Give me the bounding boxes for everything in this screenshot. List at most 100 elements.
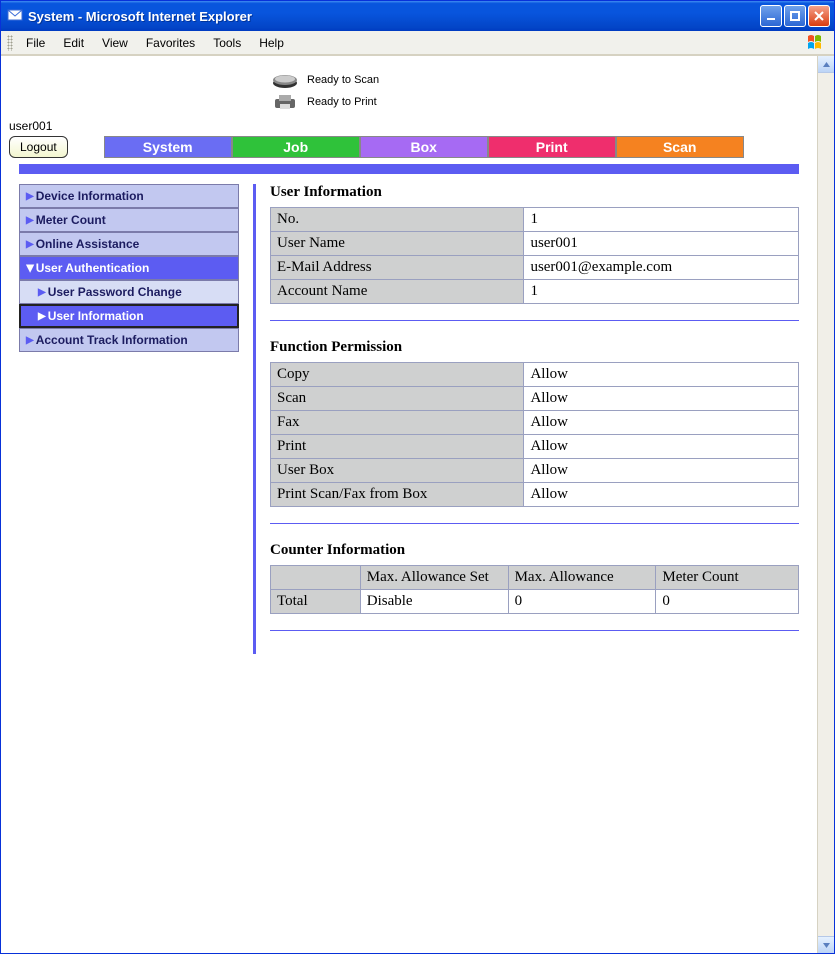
tab-scan[interactable]: Scan: [616, 136, 744, 158]
sidebar-item-label: User Authentication: [36, 261, 150, 275]
device-status: Ready to Scan Ready to Print: [271, 71, 817, 111]
maximize-button[interactable]: [784, 5, 806, 27]
table-row: Account Name1: [271, 280, 799, 304]
drag-handle-icon: [7, 35, 13, 51]
column-header: Max. Allowance Set: [360, 566, 508, 590]
field-value: user001@example.com: [524, 256, 799, 280]
table-row: No.1: [271, 208, 799, 232]
field-value: Allow: [524, 435, 799, 459]
table-row: Total Disable 0 0: [271, 590, 799, 614]
column-header: [271, 566, 361, 590]
vertical-scrollbar[interactable]: [817, 56, 834, 953]
close-button[interactable]: [808, 5, 830, 27]
sidebar-item-account-track[interactable]: ▶Account Track Information: [19, 328, 239, 352]
function-permission-table: CopyAllow ScanAllow FaxAllow PrintAllow …: [270, 362, 799, 507]
chevron-right-icon: ▶: [26, 335, 34, 346]
sidebar-sub-user-information[interactable]: ▶User Information: [19, 304, 239, 328]
titlebar[interactable]: System - Microsoft Internet Explorer: [1, 1, 834, 31]
app-icon: [7, 8, 23, 24]
field-label: Copy: [271, 363, 524, 387]
field-value: Allow: [524, 411, 799, 435]
field-value: Allow: [524, 387, 799, 411]
print-status-text: Ready to Print: [307, 96, 377, 108]
chevron-right-icon: ▶: [38, 311, 46, 322]
field-value: 1: [524, 208, 799, 232]
section-divider: [270, 630, 799, 631]
window-frame: System - Microsoft Internet Explorer Fil…: [0, 0, 835, 954]
sidebar: ▶Device Information ▶Meter Count ▶Online…: [19, 184, 239, 654]
field-label: Scan: [271, 387, 524, 411]
chevron-right-icon: ▶: [26, 215, 34, 226]
tab-system[interactable]: System: [104, 136, 232, 158]
sidebar-item-online-assistance[interactable]: ▶Online Assistance: [19, 232, 239, 256]
section-title-function-permission: Function Permission: [270, 339, 799, 356]
field-label: Account Name: [271, 280, 524, 304]
chevron-down-icon: ▶: [24, 264, 35, 272]
scanner-icon: [271, 71, 299, 89]
window-title: System - Microsoft Internet Explorer: [28, 9, 760, 24]
menubar: File Edit View Favorites Tools Help: [1, 31, 834, 55]
field-label: User Name: [271, 232, 524, 256]
tab-box[interactable]: Box: [360, 136, 488, 158]
main-tabs: System Job Box Print Scan: [104, 136, 744, 158]
user-information-table: No.1 User Nameuser001 E-Mail Addressuser…: [270, 207, 799, 304]
field-label: No.: [271, 208, 524, 232]
tab-print[interactable]: Print: [488, 136, 616, 158]
menu-help[interactable]: Help: [250, 33, 293, 53]
table-row: E-Mail Addressuser001@example.com: [271, 256, 799, 280]
windows-flag-icon: [806, 34, 828, 52]
sidebar-item-label: User Password Change: [48, 285, 182, 299]
table-row: Print Scan/Fax from BoxAllow: [271, 483, 799, 507]
scroll-down-button[interactable]: [818, 936, 834, 953]
section-title-user-information: User Information: [270, 184, 799, 201]
sidebar-item-label: Online Assistance: [36, 237, 140, 251]
field-label: User Box: [271, 459, 524, 483]
table-row: ScanAllow: [271, 387, 799, 411]
menu-tools[interactable]: Tools: [204, 33, 250, 53]
printer-icon: [271, 93, 299, 111]
vertical-separator: [253, 184, 256, 654]
chevron-right-icon: ▶: [26, 191, 34, 202]
field-value: Allow: [524, 459, 799, 483]
chevron-right-icon: ▶: [26, 239, 34, 250]
field-label: Print: [271, 435, 524, 459]
tab-job[interactable]: Job: [232, 136, 360, 158]
sidebar-item-meter-count[interactable]: ▶Meter Count: [19, 208, 239, 232]
scroll-up-button[interactable]: [818, 56, 834, 73]
minimize-button[interactable]: [760, 5, 782, 27]
field-value: Allow: [524, 363, 799, 387]
field-label: Fax: [271, 411, 524, 435]
menu-view[interactable]: View: [93, 33, 137, 53]
sidebar-item-label: Meter Count: [36, 213, 106, 227]
table-row: PrintAllow: [271, 435, 799, 459]
separator-bar: [19, 164, 799, 174]
field-value: Allow: [524, 483, 799, 507]
chevron-right-icon: ▶: [38, 287, 46, 298]
menu-favorites[interactable]: Favorites: [137, 33, 204, 53]
row-label: Total: [271, 590, 361, 614]
sidebar-item-device-information[interactable]: ▶Device Information: [19, 184, 239, 208]
sidebar-item-label: Device Information: [36, 189, 144, 203]
sidebar-sub-password-change[interactable]: ▶User Password Change: [19, 280, 239, 304]
cell-value: Disable: [360, 590, 508, 614]
field-value: user001: [524, 232, 799, 256]
field-label: E-Mail Address: [271, 256, 524, 280]
table-row: CopyAllow: [271, 363, 799, 387]
sidebar-item-user-authentication[interactable]: ▶User Authentication: [19, 256, 239, 280]
column-header: Max. Allowance: [508, 566, 656, 590]
cell-value: 0: [656, 590, 799, 614]
sidebar-item-label: Account Track Information: [36, 333, 188, 347]
table-row: User Nameuser001: [271, 232, 799, 256]
menu-file[interactable]: File: [17, 33, 54, 53]
logout-button[interactable]: Logout: [9, 136, 68, 158]
sidebar-item-label: User Information: [48, 309, 144, 323]
section-divider: [270, 320, 799, 321]
counter-information-table: Max. Allowance Set Max. Allowance Meter …: [270, 565, 799, 614]
section-title-counter-information: Counter Information: [270, 542, 799, 559]
field-label: Print Scan/Fax from Box: [271, 483, 524, 507]
client-area: Ready to Scan Ready to Print user001 Log…: [1, 55, 834, 953]
current-user-label: user001: [1, 119, 817, 136]
section-divider: [270, 523, 799, 524]
menu-edit[interactable]: Edit: [54, 33, 93, 53]
detail-pane: User Information No.1 User Nameuser001 E…: [270, 184, 799, 654]
